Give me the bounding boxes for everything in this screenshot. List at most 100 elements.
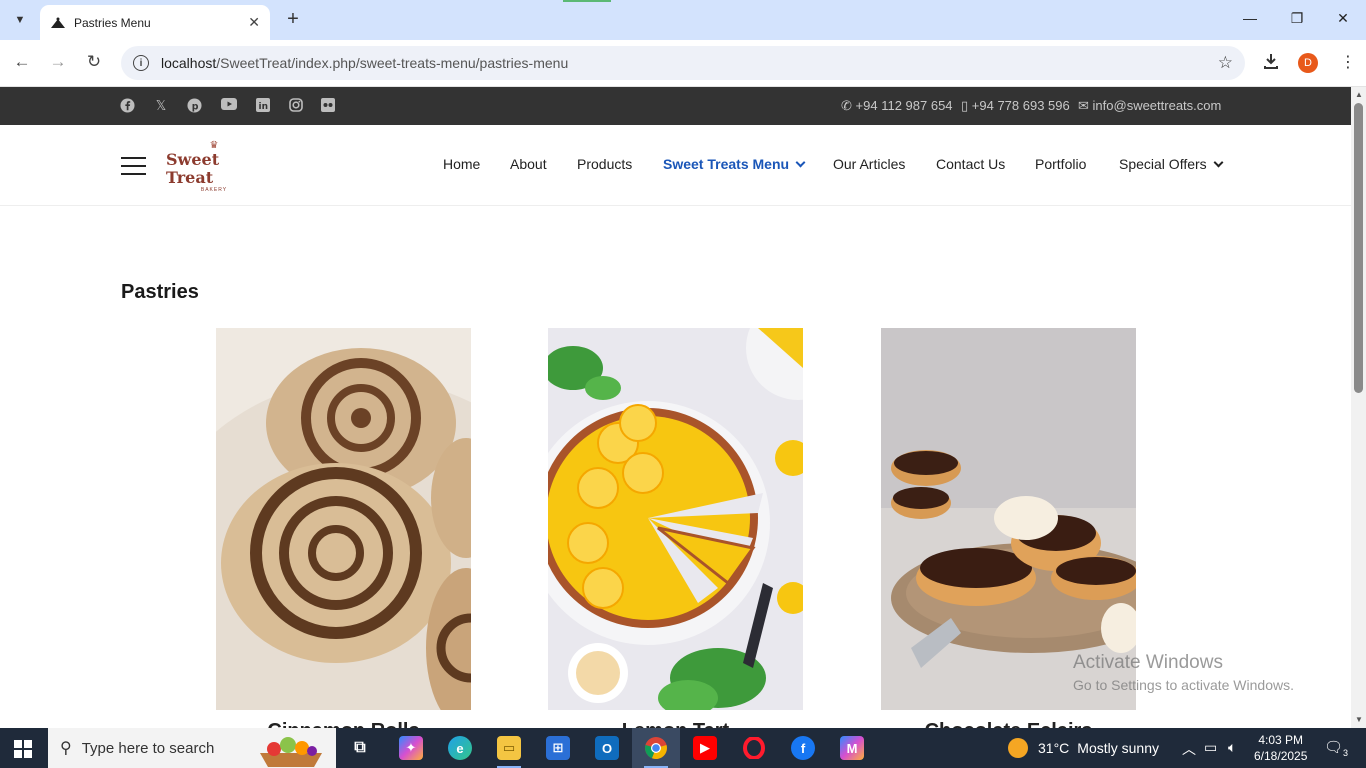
taskbar-clock[interactable]: 4:03 PM 6/18/2025: [1254, 732, 1307, 764]
site-header: ♛ Sweet Treat BAKERY Home About Products…: [0, 125, 1351, 206]
mobile-icon: ▯: [961, 98, 969, 113]
nav-special-offers[interactable]: Special Offers: [1119, 156, 1224, 172]
nav-contact-us[interactable]: Contact Us: [936, 156, 1005, 172]
clock-time: 4:03 PM: [1258, 733, 1304, 747]
cake-favicon-icon: [50, 15, 66, 31]
page-title: Pastries: [121, 281, 199, 303]
forward-icon[interactable]: →: [47, 52, 69, 72]
tray-chevron-up-icon[interactable]: ︿: [1182, 739, 1196, 759]
scrollbar-thumb[interactable]: [1354, 103, 1363, 393]
search-icon: ⚲: [60, 740, 72, 757]
fruit-basket-icon: [260, 737, 322, 767]
svg-text:in: in: [259, 102, 269, 112]
x-icon[interactable]: 𝕏: [153, 98, 169, 114]
notification-center-icon[interactable]: 🗨︎3: [1324, 738, 1348, 758]
mobile-text: +94 778 693 596: [971, 98, 1070, 113]
chevron-down-icon: [1213, 157, 1224, 168]
instagram-icon[interactable]: [288, 98, 304, 114]
flickr-icon[interactable]: [320, 98, 336, 114]
edge-icon[interactable]: e: [448, 736, 472, 760]
nav-products[interactable]: Products: [577, 156, 632, 172]
phone-contact[interactable]: ✆ +94 112 987 654: [841, 98, 953, 114]
window-close-icon[interactable]: ✕: [1333, 10, 1353, 27]
browser-tab[interactable]: Pastries Menu ✕: [40, 5, 270, 40]
clock-date: 6/18/2025: [1254, 749, 1308, 763]
minimize-icon[interactable]: —: [1240, 10, 1260, 26]
weather-widget[interactable]: 31°C Mostly sunny: [1008, 738, 1159, 758]
site-topbar: 𝕏 p in ✆ +94 112 987 654 ▯ +94 778 693 5…: [0, 87, 1351, 125]
site-info-icon[interactable]: i: [133, 55, 149, 71]
nav-our-articles[interactable]: Our Articles: [833, 156, 905, 172]
opera-icon[interactable]: [742, 736, 766, 760]
watermark-line1: Activate Windows: [1073, 652, 1223, 673]
envelope-icon: ✉: [1078, 98, 1089, 113]
file-explorer-icon[interactable]: ▭: [497, 736, 521, 760]
nav-special-offers-label: Special Offers: [1119, 156, 1207, 172]
task-view-icon[interactable]: ⧉: [348, 736, 372, 760]
phone-text: +94 112 987 654: [855, 98, 953, 113]
weather-temp: 31°C: [1038, 740, 1070, 756]
facebook-icon[interactable]: [119, 98, 135, 114]
facebook-app-icon[interactable]: f: [791, 736, 815, 760]
nav-about[interactable]: About: [510, 156, 547, 172]
new-tab-icon[interactable]: +: [282, 8, 304, 30]
tab-close-icon[interactable]: ✕: [248, 14, 260, 31]
scroll-up-icon[interactable]: ▲: [1355, 90, 1363, 99]
url-host: localhost: [161, 55, 217, 71]
hamburger-menu-icon[interactable]: [121, 157, 146, 175]
svg-text:p: p: [191, 101, 198, 112]
mobile-contact[interactable]: ▯ +94 778 693 596: [961, 98, 1070, 114]
url-path: /SweetTreat/index.php/sweet-treats-menu/…: [216, 55, 569, 71]
windows-start-icon[interactable]: [14, 740, 32, 758]
taskbar-search-box[interactable]: ⚲ Type here to search: [48, 728, 336, 768]
watermark-line2: Go to Settings to activate Windows.: [1073, 677, 1294, 693]
menu-kebab-icon[interactable]: ⋮: [1340, 52, 1356, 72]
scroll-down-icon[interactable]: ▼: [1355, 715, 1363, 724]
copilot-icon[interactable]: ✦: [399, 736, 423, 760]
lemon-tart-image[interactable]: [548, 328, 803, 710]
phone-icon: ✆: [841, 98, 852, 113]
email-text: info@sweettreats.com: [1092, 98, 1222, 113]
logo-subtitle: BAKERY: [200, 187, 228, 193]
pinterest-icon[interactable]: p: [186, 98, 202, 114]
tab-title: Pastries Menu: [74, 15, 151, 30]
nav-sweet-treats-menu-label: Sweet Treats Menu: [663, 156, 790, 172]
profile-avatar[interactable]: D: [1298, 53, 1318, 73]
chevron-down-icon: [795, 157, 806, 168]
bookmark-star-icon[interactable]: ☆: [1218, 53, 1233, 73]
m365-icon[interactable]: M: [840, 736, 864, 760]
nav-portfolio[interactable]: Portfolio: [1035, 156, 1086, 172]
search-placeholder: Type here to search: [81, 739, 215, 757]
url-text[interactable]: localhost/SweetTreat/index.php/sweet-tre…: [161, 55, 1218, 71]
activate-windows-watermark: Activate Windows Go to Settings to activ…: [1073, 652, 1294, 693]
restore-icon[interactable]: ❐: [1287, 10, 1307, 27]
nav-home[interactable]: Home: [443, 156, 480, 172]
download-icon[interactable]: [1262, 52, 1280, 75]
chrome-taskbar-button[interactable]: [632, 728, 680, 768]
outlook-icon[interactable]: O: [595, 736, 619, 760]
microsoft-store-icon[interactable]: ⊞: [546, 736, 570, 760]
browser-tab-strip: ▼ Pastries Menu ✕ + — ❐ ✕: [0, 0, 1366, 40]
address-bar[interactable]: i localhost/SweetTreat/index.php/sweet-t…: [121, 46, 1245, 80]
nav-sweet-treats-menu[interactable]: Sweet Treats Menu: [663, 156, 806, 172]
weather-sun-icon: [1008, 738, 1028, 758]
volume-icon[interactable]: 🔈︎: [1228, 739, 1236, 756]
youtube-icon[interactable]: [221, 98, 237, 114]
reload-icon[interactable]: ↻: [83, 52, 105, 72]
browser-toolbar: ← → ↻ i localhost/SweetTreat/index.php/s…: [0, 40, 1366, 87]
logo-name: Sweet Treat: [166, 150, 220, 187]
windows-taskbar: ⚲ Type here to search ⧉ ✦ e ▭ ⊞ O ▶ f M …: [0, 728, 1366, 768]
email-contact[interactable]: ✉ info@sweettreats.com: [1078, 98, 1221, 114]
youtube-app-icon[interactable]: ▶: [693, 736, 717, 760]
back-icon[interactable]: ←: [11, 52, 33, 72]
loading-indicator: [563, 0, 611, 2]
page-scrollbar[interactable]: ▲ ▼: [1351, 87, 1366, 728]
cinnamon-rolls-image[interactable]: [216, 328, 471, 710]
battery-icon[interactable]: ▭: [1204, 739, 1217, 756]
linkedin-icon[interactable]: in: [255, 98, 271, 114]
notification-count: 3: [1343, 748, 1349, 758]
tab-search-icon[interactable]: ▼: [8, 8, 32, 32]
weather-text: Mostly sunny: [1077, 740, 1159, 756]
chrome-icon: [645, 737, 667, 760]
site-logo[interactable]: ♛ Sweet Treat BAKERY: [166, 141, 262, 194]
